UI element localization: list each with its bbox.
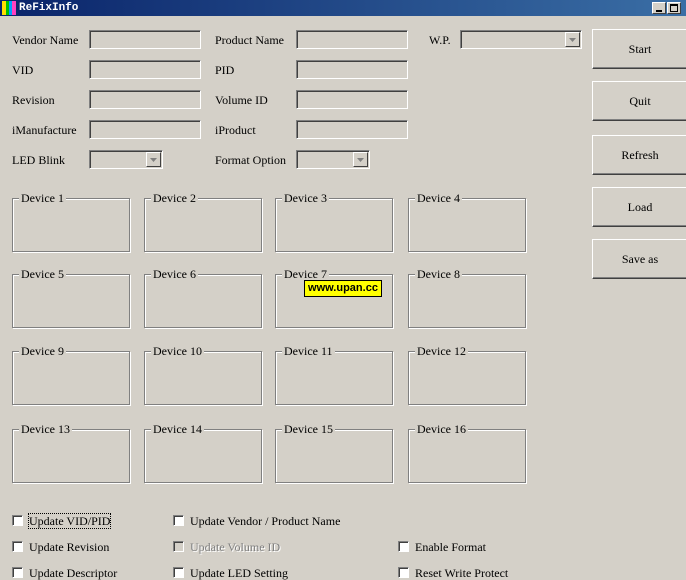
wp-dropdown-button[interactable]: [565, 32, 580, 47]
maximize-button[interactable]: [667, 2, 681, 14]
device-group-title: Device 10: [151, 344, 204, 358]
device-group-15: Device 15: [275, 422, 393, 483]
vid-label: VID: [12, 63, 34, 77]
volume-id-field[interactable]: [296, 90, 408, 109]
pid-field[interactable]: [296, 60, 408, 79]
maximize-icon: [670, 4, 678, 12]
led-blink-dropdown[interactable]: [89, 150, 163, 169]
minimize-icon: [656, 10, 662, 12]
checkbox-label: Update Volume ID: [190, 540, 281, 554]
update-vid-pid-checkbox[interactable]: Update VID/PID: [12, 513, 122, 529]
device-group-8: Device 8: [408, 267, 526, 328]
vendor-name-label: Vendor Name: [12, 33, 79, 47]
device-group-10: Device 10: [144, 344, 262, 405]
checkbox-label: Update Descriptor: [29, 566, 118, 580]
device-group-11: Device 11: [275, 344, 393, 405]
update-descriptor-checkbox[interactable]: Update Descriptor: [12, 566, 132, 580]
device-group-title: Device 1: [19, 191, 66, 205]
title-bar[interactable]: ReFixInfo: [0, 0, 686, 16]
wp-label: W.P.: [429, 33, 451, 47]
checkbox-box[interactable]: [12, 541, 23, 552]
device-group-title: Device 2: [151, 191, 198, 205]
device-group-title: Device 4: [415, 191, 462, 205]
device-group-title: Device 9: [19, 344, 66, 358]
device-group-title: Device 3: [282, 191, 329, 205]
volume-id-label: Volume ID: [215, 93, 268, 107]
update-volume-id-checkbox[interactable]: Update Volume ID: [173, 540, 293, 554]
imanufacture-field[interactable]: [89, 120, 201, 139]
device-group-16: Device 16: [408, 422, 526, 483]
format-option-dropdown[interactable]: [296, 150, 370, 169]
checkbox-label: Update Revision: [29, 540, 110, 554]
device-group-title: Device 8: [415, 267, 462, 281]
wp-dropdown[interactable]: [460, 30, 582, 49]
device-group-3: Device 3: [275, 191, 393, 252]
vendor-name-field[interactable]: [89, 30, 201, 49]
product-name-label: Product Name: [215, 33, 284, 47]
checkbox-box[interactable]: [398, 567, 409, 578]
device-group-14: Device 14: [144, 422, 262, 483]
reset-write-protect-checkbox[interactable]: Reset Write Protect: [398, 566, 518, 580]
start-button[interactable]: Start: [592, 29, 686, 69]
checkbox-label: Reset Write Protect: [415, 566, 509, 580]
device-group-title: Device 15: [282, 422, 335, 436]
device-group-9: Device 9: [12, 344, 130, 405]
load-button[interactable]: Load: [592, 187, 686, 227]
watermark-badge: www.upan.cc: [304, 280, 382, 297]
format-option-dropdown-button[interactable]: [353, 152, 368, 167]
checkbox-box[interactable]: [12, 515, 23, 526]
revision-field[interactable]: [89, 90, 201, 109]
device-group-title: Device 14: [151, 422, 204, 436]
checkbox-box[interactable]: [173, 567, 184, 578]
device-group-2: Device 2: [144, 191, 262, 252]
update-vendor-product-checkbox[interactable]: Update Vendor / Product Name: [173, 514, 353, 528]
device-group-title: Device 5: [19, 267, 66, 281]
update-revision-checkbox[interactable]: Update Revision: [12, 540, 122, 554]
quit-button[interactable]: Quit: [592, 81, 686, 121]
device-group-4: Device 4: [408, 191, 526, 252]
checkbox-label: Update VID/PID: [27, 513, 112, 529]
checkbox-box[interactable]: [173, 541, 184, 552]
device-group-1: Device 1: [12, 191, 130, 252]
device-group-12: Device 12: [408, 344, 526, 405]
iproduct-label: iProduct: [215, 123, 256, 137]
checkbox-box[interactable]: [12, 567, 23, 578]
iproduct-field[interactable]: [296, 120, 408, 139]
app-icon: [2, 1, 16, 15]
device-group-title: Device 6: [151, 267, 198, 281]
checkbox-box[interactable]: [173, 515, 184, 526]
checkbox-box[interactable]: [398, 541, 409, 552]
imanufacture-label: iManufacture: [12, 123, 77, 137]
device-group-title: Device 13: [19, 422, 72, 436]
refresh-button[interactable]: Refresh: [592, 135, 686, 175]
chevron-down-icon: [150, 158, 157, 162]
enable-format-checkbox[interactable]: Enable Format: [398, 540, 498, 554]
save-as-button[interactable]: Save as: [592, 239, 686, 279]
window-title: ReFixInfo: [19, 2, 79, 14]
update-led-setting-checkbox[interactable]: Update LED Setting: [173, 566, 303, 580]
device-group-title: Device 11: [282, 344, 335, 358]
product-name-field[interactable]: [296, 30, 408, 49]
device-group-title: Device 7: [282, 267, 329, 281]
vid-field[interactable]: [89, 60, 201, 79]
chevron-down-icon: [569, 38, 576, 42]
checkbox-label: Update LED Setting: [190, 566, 288, 580]
device-group-13: Device 13: [12, 422, 130, 483]
led-blink-dropdown-button[interactable]: [146, 152, 161, 167]
checkbox-label: Enable Format: [415, 540, 486, 554]
led-blink-label: LED Blink: [12, 153, 65, 167]
pid-label: PID: [215, 63, 235, 77]
device-group-title: Device 16: [415, 422, 468, 436]
device-group-6: Device 6: [144, 267, 262, 328]
chevron-down-icon: [357, 158, 364, 162]
minimize-button[interactable]: [652, 2, 666, 14]
format-option-label: Format Option: [215, 153, 286, 167]
device-group-title: Device 12: [415, 344, 468, 358]
device-group-5: Device 5: [12, 267, 130, 328]
checkbox-label: Update Vendor / Product Name: [190, 514, 341, 528]
revision-label: Revision: [12, 93, 55, 107]
